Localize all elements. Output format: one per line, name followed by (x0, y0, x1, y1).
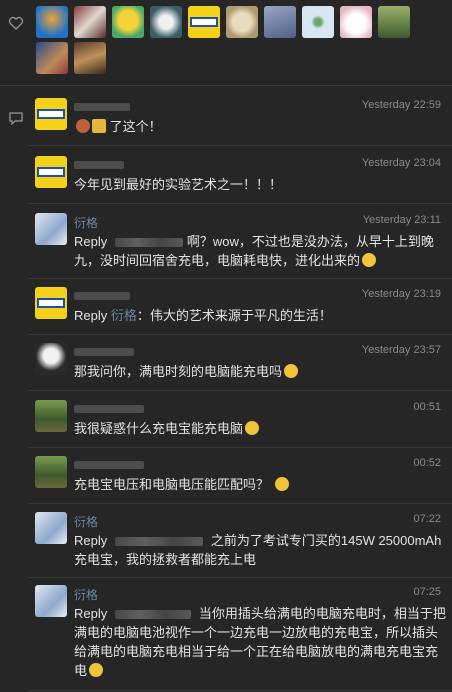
smile-emoji-icon (284, 364, 299, 378)
commenter-name[interactable] (74, 288, 130, 302)
avatar[interactable] (377, 6, 410, 38)
comment-time: Yesterday 22:59 (361, 99, 441, 111)
comment-text: 今年见到最好的实验艺术之一！！！ (74, 177, 283, 192)
reply-target-name[interactable] (114, 537, 203, 547)
comment-item: 00:52 充电宝电压和电脑电压能匹配吗？ (28, 452, 452, 504)
avatar[interactable] (301, 6, 334, 38)
cat-emoji-icon (89, 663, 104, 677)
likes-section (0, 0, 452, 86)
comment-text: Reply 之前为了考试专门买的145W 25000mAh充电宝，我的拯救者都能… (74, 533, 442, 567)
comment-item: 衍格 Yesterday 23:11 Reply 啊？wow，不过也是没办法，从… (28, 209, 452, 279)
comment-item: Yesterday 22:59 了这个！ (28, 94, 452, 146)
avatar[interactable] (73, 6, 106, 38)
avatar[interactable] (339, 6, 372, 38)
comment-text: Reply 当你用插头给满电的电脑充电时，相当于把满电的电脑电池视作一个一边充电… (74, 606, 446, 678)
smirk-emoji-icon (362, 253, 377, 267)
commenter-name[interactable] (74, 99, 130, 113)
commenter-name[interactable]: 衍格 (74, 214, 98, 231)
heart-icon (8, 16, 24, 30)
avatar[interactable] (73, 42, 106, 74)
avatar[interactable] (111, 6, 144, 38)
avatar[interactable] (35, 512, 67, 544)
reply-target-name[interactable] (114, 238, 183, 248)
thinking-emoji-icon (275, 477, 290, 491)
liker-avatars (36, 6, 436, 78)
avatar[interactable] (35, 213, 67, 245)
comment-text: Reply 啊？wow，不过也是没办法，从早十上到晚九，没时间回宿舍充电，电脑耗… (74, 234, 434, 268)
commenter-name[interactable]: 衍格 (74, 513, 98, 530)
comment-time: Yesterday 23:04 (361, 157, 441, 169)
comment-item: 00:51 我很疑惑什么充电宝能充电脑 (28, 396, 452, 448)
comment-item: Yesterday 23:19 Reply 衍格：伟大的艺术来源于平凡的生活！ (28, 283, 452, 335)
avatar[interactable] (187, 6, 220, 38)
avatar[interactable] (35, 287, 67, 319)
comment-time: Yesterday 23:11 (362, 214, 441, 226)
avatar[interactable] (35, 156, 67, 188)
avatar[interactable] (35, 98, 67, 130)
avatar[interactable] (35, 585, 67, 617)
comment-text: 那我问你，满电时刻的电脑能充电吗 (74, 362, 446, 381)
commenter-name[interactable] (74, 157, 124, 171)
comment-item: 衍格 07:22 Reply 之前为了考试专门买的145W 25000mAh充电… (28, 508, 452, 578)
reply-target-name[interactable] (114, 610, 191, 620)
comment-icon (9, 112, 23, 126)
beer-emoji-icon (92, 119, 106, 133)
thinking-emoji-icon (245, 421, 260, 435)
comment-item: Yesterday 23:04 今年见到最好的实验艺术之一！！！ (28, 152, 452, 204)
comment-time: 00:51 (413, 401, 441, 413)
avatar[interactable] (35, 400, 67, 432)
comment-text: 充电宝电压和电脑电压能匹配吗？ (74, 475, 446, 494)
comment-time: Yesterday 23:19 (361, 288, 441, 300)
avatar[interactable] (225, 6, 258, 38)
comment-item: 衍格 07:25 Reply 当你用插头给满电的电脑充电时，相当于把满电的电脑电… (28, 581, 452, 691)
avatar[interactable] (263, 6, 296, 38)
reply-target-name[interactable]: 衍格 (111, 308, 137, 323)
comment-time: 00:52 (413, 457, 441, 469)
ox-emoji-icon (76, 119, 90, 133)
comment-item: Yesterday 23:57 那我问你，满电时刻的电脑能充电吗 (28, 339, 452, 391)
comment-time: 07:22 (413, 513, 441, 525)
commenter-name[interactable] (74, 344, 134, 358)
commenter-name[interactable] (74, 401, 144, 415)
avatar[interactable] (36, 42, 68, 74)
comment-text: 我很疑惑什么充电宝能充电脑 (74, 419, 446, 438)
commenter-name[interactable]: 衍格 (74, 586, 98, 603)
avatar[interactable] (36, 6, 68, 38)
comment-time: 07:25 (413, 586, 441, 598)
avatar[interactable] (35, 343, 67, 375)
comment-time: Yesterday 23:57 (361, 344, 441, 356)
commenter-name[interactable] (74, 457, 144, 471)
comment-text: Reply 衍格：伟大的艺术来源于平凡的生活！ (74, 308, 332, 323)
avatar[interactable] (35, 456, 67, 488)
comment-text: 了这个！ (74, 117, 446, 136)
avatar[interactable] (149, 6, 182, 38)
